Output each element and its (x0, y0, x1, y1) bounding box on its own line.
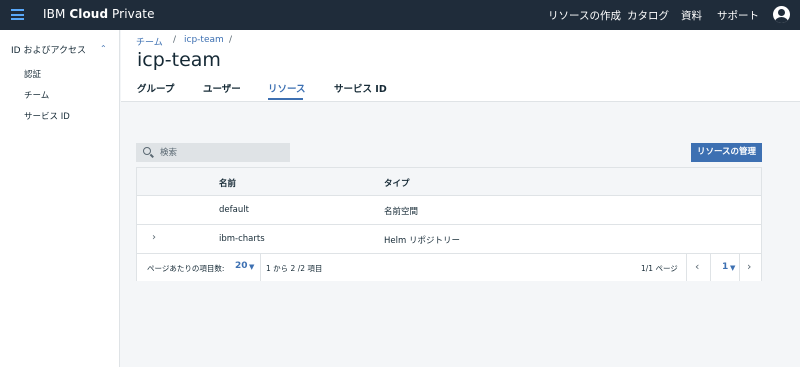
pagination-bar: ページあたりの項目数: 20 ▼ 1 から 2 /2 項目 1/1 ページ ‹ … (137, 254, 761, 281)
breadcrumb-separator: / (229, 35, 233, 45)
sidebar-item-authentication[interactable]: 認証 (24, 68, 41, 80)
table-row[interactable]: › ibm-charts Helm リポジトリー (137, 225, 761, 254)
row-name: default (219, 205, 249, 215)
search-input[interactable] (160, 145, 285, 160)
tab-resources[interactable]: リソース (268, 81, 306, 95)
row-type: 名前空間 (384, 207, 419, 217)
divider (686, 254, 687, 281)
items-per-page-select[interactable]: 20 (235, 261, 248, 271)
brand-title[interactable]: IBM Cloud Private (43, 7, 155, 21)
page-title: icp-team (137, 49, 221, 71)
sidebar: ID およびアクセス ⌃ 認証 チーム サービス ID (0, 30, 120, 367)
chevron-right-icon[interactable]: › (152, 232, 156, 243)
table-row[interactable]: default 名前空間 (137, 196, 761, 225)
items-range: 1 から 2 /2 項目 (266, 264, 323, 273)
column-header-type[interactable]: タイプ (384, 177, 410, 189)
divider (739, 254, 740, 281)
row-type: Helm リポジトリー (384, 236, 460, 246)
nav-docs[interactable]: 資料 (681, 8, 702, 23)
tab-service-ids[interactable]: サービス ID (334, 81, 387, 95)
nav-support[interactable]: サポート (717, 8, 759, 23)
caret-down-icon[interactable]: ▼ (730, 264, 735, 272)
next-page-icon[interactable]: › (747, 260, 751, 273)
page-info: 1/1 ページ (641, 264, 678, 273)
sidebar-item-service-id[interactable]: サービス ID (24, 110, 70, 122)
divider (710, 254, 711, 281)
nav-create-resource[interactable]: リソースの作成 (548, 8, 621, 23)
page-number-select[interactable]: 1 (722, 262, 728, 272)
chevron-up-icon[interactable]: ⌃ (100, 44, 107, 53)
breadcrumb-separator: / (173, 35, 177, 45)
top-header: IBM Cloud Private リソースの作成 カタログ 資料 サポート (0, 0, 800, 30)
sidebar-group-id-access[interactable]: ID およびアクセス (11, 43, 86, 56)
breadcrumb-teams[interactable]: チーム (136, 35, 163, 48)
active-tab-indicator (268, 98, 303, 100)
tab-groups[interactable]: グループ (137, 81, 174, 95)
divider (260, 254, 261, 281)
breadcrumb-icp-team[interactable]: icp-team (184, 35, 224, 45)
items-per-page-label: ページあたりの項目数: (147, 264, 225, 273)
tab-users[interactable]: ユーザー (203, 81, 241, 95)
brand-bold: Cloud (69, 7, 109, 21)
row-name: ibm-charts (219, 234, 265, 244)
hamburger-menu-icon[interactable] (11, 9, 24, 20)
page-header: チーム / icp-team / icp-team グループ ユーザー リソース… (121, 30, 800, 102)
brand-prefix: IBM (43, 7, 70, 21)
search-icon (143, 147, 151, 155)
brand-suffix: Private (108, 7, 155, 21)
caret-down-icon[interactable]: ▼ (249, 263, 254, 271)
table-header: 名前 タイプ (137, 168, 761, 196)
nav-catalog[interactable]: カタログ (627, 8, 669, 23)
previous-page-icon[interactable]: ‹ (695, 260, 699, 273)
sidebar-item-teams[interactable]: チーム (24, 89, 49, 101)
user-avatar-icon[interactable] (773, 6, 790, 23)
manage-resources-button[interactable]: リソースの管理 (691, 143, 762, 162)
column-header-name[interactable]: 名前 (219, 177, 236, 189)
resources-table: 名前 タイプ default 名前空間 › ibm-charts Helm リポ… (136, 167, 762, 281)
search-box[interactable] (136, 143, 290, 162)
